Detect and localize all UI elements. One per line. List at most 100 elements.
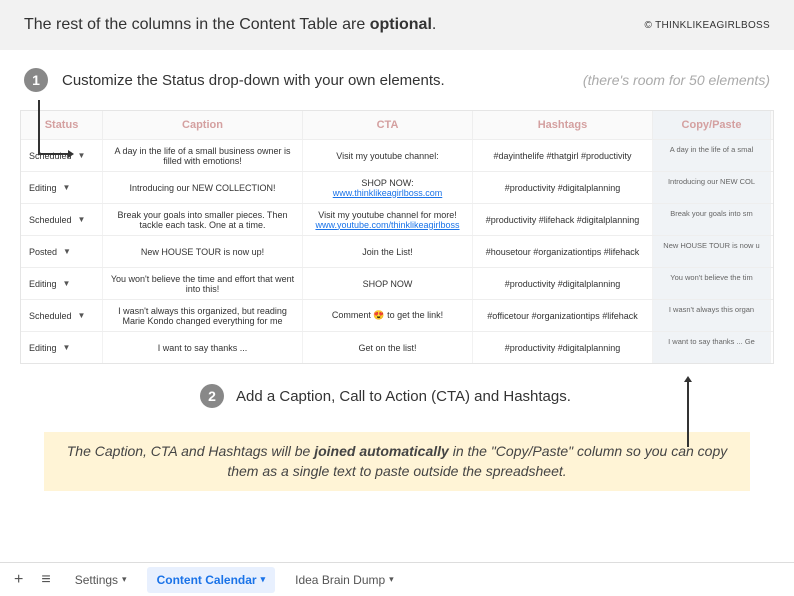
cta-cell[interactable]: Visit my youtube channel for more!www.yo… [303, 204, 473, 235]
chevron-down-icon: ▾ [389, 574, 394, 585]
hashtags-cell[interactable]: #dayinthelife #thatgirl #productivity [473, 140, 653, 171]
header-bold: optional [370, 16, 432, 33]
tab-settings-label: Settings [75, 573, 118, 587]
table-row: Editing ▼ I want to say thanks ... Get on t… [21, 331, 773, 363]
cta-cell[interactable]: Visit my youtube channel: [303, 140, 473, 171]
cta-text: Join the List! [362, 247, 413, 257]
tab-content-calendar[interactable]: Content Calendar ▾ [147, 567, 276, 593]
hashtags-cell[interactable]: #productivity #digitalplanning [473, 172, 653, 203]
step-1-badge: 1 [24, 68, 48, 92]
add-sheet-button[interactable]: + [10, 571, 27, 589]
status-label: Scheduled [29, 151, 72, 161]
hashtags-cell[interactable]: #housetour #organizationtips #lifehack [473, 236, 653, 267]
th-caption: Caption [103, 111, 303, 139]
caption-cell[interactable]: Introducing our NEW COLLECTION! [103, 172, 303, 203]
cta-text: Visit my youtube channel: [336, 151, 438, 161]
step-1-row: 1 Customize the Status drop-down with yo… [0, 50, 794, 100]
table-row: Scheduled ▼ Break your goals into smaller … [21, 203, 773, 235]
cta-text: Visit my youtube channel for more! [318, 210, 456, 220]
chevron-down-icon: ▼ [78, 215, 86, 224]
th-cta: CTA [303, 111, 473, 139]
copypaste-cell[interactable]: Introducing our NEW COL [653, 172, 771, 203]
cta-text: Comment 😍 to get the link! [332, 310, 443, 321]
highlight-bold: joined automatically [314, 443, 449, 459]
th-status: Status [21, 111, 103, 139]
copypaste-cell[interactable]: You won't believe the tim [653, 268, 771, 299]
chevron-down-icon: ▼ [63, 279, 71, 288]
hashtags-cell[interactable]: #productivity #digitalplanning [473, 332, 653, 363]
status-cell[interactable]: Editing ▼ [21, 172, 103, 203]
header-pre: The rest of the columns in the Content T… [24, 16, 370, 33]
status-cell[interactable]: Editing ▼ [21, 268, 103, 299]
cta-cell[interactable]: Get on the list! [303, 332, 473, 363]
copypaste-cell[interactable]: New HOUSE TOUR is now u [653, 236, 771, 267]
chevron-down-icon: ▼ [78, 311, 86, 320]
hashtags-cell[interactable]: #officetour #organizationtips #lifehack [473, 300, 653, 331]
step-1-hint: (there's room for 50 elements) [583, 72, 770, 88]
caption-cell[interactable]: I wasn't always this organized, but read… [103, 300, 303, 331]
table-row: Editing ▼ You won't believe the time and e… [21, 267, 773, 299]
header-post: . [432, 16, 436, 33]
chevron-down-icon: ▾ [261, 574, 266, 585]
status-cell[interactable]: Posted ▼ [21, 236, 103, 267]
table-header-row: Status Caption CTA Hashtags Copy/Paste [21, 111, 773, 139]
status-label: Editing [29, 183, 57, 193]
copypaste-cell[interactable]: I want to say thanks ... Ge [653, 332, 771, 363]
intro-header: The rest of the columns in the Content T… [0, 0, 794, 50]
status-cell[interactable]: Scheduled ▼ [21, 204, 103, 235]
status-cell[interactable]: Editing ▼ [21, 332, 103, 363]
hashtags-cell[interactable]: #productivity #digitalplanning [473, 268, 653, 299]
chevron-down-icon: ▼ [78, 151, 86, 160]
arrow-1 [38, 100, 40, 155]
cta-text: SHOP NOW [363, 279, 413, 289]
highlight-pre: The Caption, CTA and Hashtags will be [67, 443, 314, 459]
th-hashtags: Hashtags [473, 111, 653, 139]
caption-cell[interactable]: I want to say thanks ... [103, 332, 303, 363]
status-label: Posted [29, 247, 57, 257]
sheet-tabs-bar: + ≡ Settings ▾ Content Calendar ▾ Idea Bra… [0, 562, 794, 596]
cta-cell[interactable]: Comment 😍 to get the link! [303, 300, 473, 331]
chevron-down-icon: ▼ [63, 247, 71, 256]
step-2-text: Add a Caption, Call to Action (CTA) and … [236, 388, 571, 405]
tab-idea-label: Idea Brain Dump [295, 573, 385, 587]
table-row: Posted ▼ New HOUSE TOUR is now up! Join the… [21, 235, 773, 267]
copypaste-cell[interactable]: Break your goals into sm [653, 204, 771, 235]
hashtags-cell[interactable]: #productivity #lifehack #digitalplanning [473, 204, 653, 235]
caption-cell[interactable]: Break your goals into smaller pieces. Th… [103, 204, 303, 235]
cta-link[interactable]: www.thinklikeagirlboss.com [333, 188, 443, 198]
copypaste-cell[interactable]: I wasn't always this organ [653, 300, 771, 331]
cta-text: SHOP NOW: [361, 178, 413, 188]
chevron-down-icon: ▼ [63, 183, 71, 192]
copyright-text: © THINKLIKEAGIRLBOSS [645, 20, 770, 31]
th-copy: Copy/Paste [653, 111, 771, 139]
cta-text: Get on the list! [358, 343, 416, 353]
copypaste-cell[interactable]: A day in the life of a smal [653, 140, 771, 171]
table-row: Scheduled ▼ A day in the life of a small b… [21, 139, 773, 171]
caption-cell[interactable]: A day in the life of a small business ow… [103, 140, 303, 171]
cta-cell[interactable]: Join the List! [303, 236, 473, 267]
step-2-row: 2 Add a Caption, Call to Action (CTA) an… [200, 384, 794, 408]
chevron-down-icon: ▾ [122, 574, 127, 585]
header-text: The rest of the columns in the Content T… [24, 16, 436, 34]
status-cell[interactable]: Scheduled ▼ [21, 300, 103, 331]
step-2-badge: 2 [200, 384, 224, 408]
tab-settings[interactable]: Settings ▾ [65, 567, 137, 593]
status-label: Editing [29, 279, 57, 289]
all-sheets-button[interactable]: ≡ [37, 571, 54, 589]
status-cell[interactable]: Scheduled ▼ [21, 140, 103, 171]
status-label: Scheduled [29, 215, 72, 225]
chevron-down-icon: ▼ [63, 343, 71, 352]
tab-content-calendar-label: Content Calendar [157, 573, 257, 587]
caption-cell[interactable]: New HOUSE TOUR is now up! [103, 236, 303, 267]
table-row: Scheduled ▼ I wasn't always this organized… [21, 299, 773, 331]
table-row: Editing▼Introducing our NEW COLLECTION!S… [21, 171, 773, 203]
status-label: Editing [29, 343, 57, 353]
cta-cell[interactable]: SHOP NOW:www.thinklikeagirlboss.com [303, 172, 473, 203]
tab-idea-brain-dump[interactable]: Idea Brain Dump ▾ [285, 567, 404, 593]
cta-link[interactable]: www.youtube.com/thinklikeagirlboss [315, 220, 459, 230]
step-1-text: Customize the Status drop-down with your… [62, 72, 569, 89]
arrow-2 [687, 380, 689, 447]
status-label: Scheduled [29, 311, 72, 321]
cta-cell[interactable]: SHOP NOW [303, 268, 473, 299]
caption-cell[interactable]: You won't believe the time and effort th… [103, 268, 303, 299]
